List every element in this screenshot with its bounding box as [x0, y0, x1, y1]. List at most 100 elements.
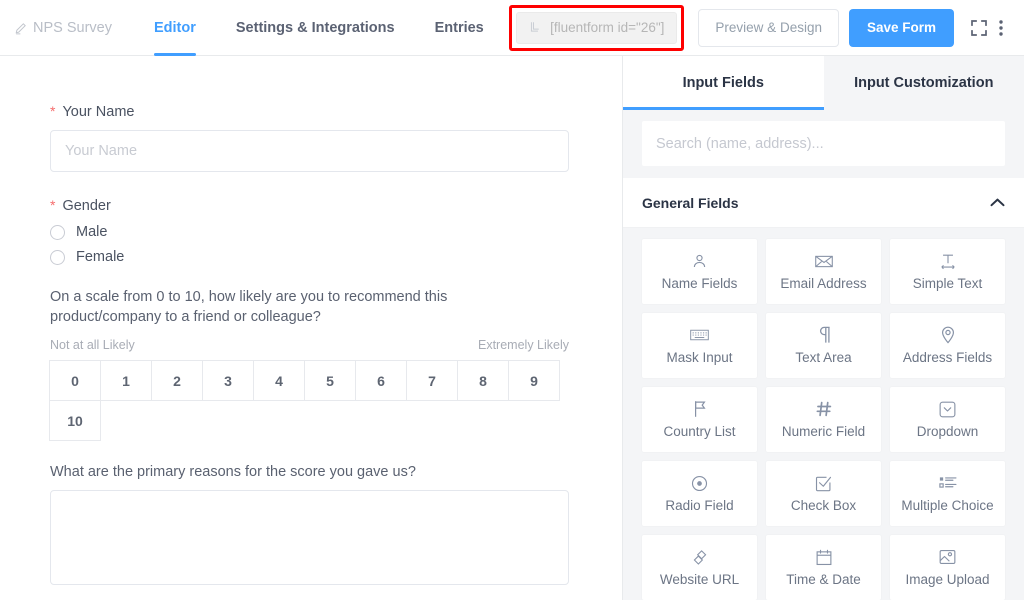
radio-option-female[interactable]: Female — [50, 249, 570, 265]
field-card-dropdown[interactable]: Dropdown — [890, 387, 1005, 452]
right-side-panel: Input Fields Input Customization General… — [622, 56, 1024, 600]
field-card-time-date[interactable]: Time & Date — [766, 535, 881, 600]
nps-option-7[interactable]: 7 — [406, 360, 458, 401]
nps-option-1[interactable]: 1 — [100, 360, 152, 401]
radio-option-male[interactable]: Male — [50, 224, 570, 240]
nps-option-5[interactable]: 5 — [304, 360, 356, 401]
image-icon — [939, 548, 956, 566]
text-width-icon — [939, 252, 957, 270]
save-form-label: Save Form — [867, 20, 936, 35]
calendar-icon — [816, 548, 832, 566]
field-card-image-upload[interactable]: Image Upload — [890, 535, 1005, 600]
field-gender: * Gender Male Female — [50, 198, 570, 265]
field-card-label: Radio Field — [665, 498, 733, 513]
field-card-label: Image Upload — [905, 572, 989, 587]
tab-input-fields[interactable]: Input Fields — [623, 56, 824, 110]
save-form-button[interactable]: Save Form — [849, 9, 954, 47]
field-card-email-address[interactable]: Email Address — [766, 239, 881, 304]
field-card-label: Numeric Field — [782, 424, 865, 439]
tab-settings-integrations[interactable]: Settings & Integrations — [216, 0, 415, 56]
field-reasons: What are the primary reasons for the sco… — [50, 464, 570, 590]
field-card-label: Simple Text — [913, 276, 983, 291]
map-pin-icon — [941, 326, 955, 344]
field-card-address-fields[interactable]: Address Fields — [890, 313, 1005, 378]
radio-circle-icon — [691, 474, 708, 492]
nps-scale-row: 0 1 2 3 4 5 6 7 8 9 10 — [49, 360, 573, 440]
field-card-country-list[interactable]: Country List — [642, 387, 757, 452]
paragraph-icon — [817, 326, 831, 344]
hash-icon — [816, 400, 832, 418]
field-card-radio-field[interactable]: Radio Field — [642, 461, 757, 526]
panel-search-wrap — [623, 110, 1024, 178]
keyboard-icon — [690, 326, 709, 344]
your-name-label-text: Your Name — [62, 104, 134, 120]
field-card-label: Website URL — [660, 572, 739, 587]
field-card-label: Name Fields — [662, 276, 738, 291]
field-card-multiple-choice[interactable]: Multiple Choice — [890, 461, 1005, 526]
nps-option-4[interactable]: 4 — [253, 360, 305, 401]
field-nps-scale: On a scale from 0 to 10, how likely are … — [50, 287, 570, 440]
preview-design-button[interactable]: Preview & Design — [698, 9, 839, 47]
group-general-fields-title: General Fields — [642, 195, 738, 211]
nps-option-8[interactable]: 8 — [457, 360, 509, 401]
field-card-simple-text[interactable]: Simple Text — [890, 239, 1005, 304]
field-cards-grid: Name Fields Email Address Simple Text — [623, 228, 1024, 600]
field-card-check-box[interactable]: Check Box — [766, 461, 881, 526]
shortcode-text: [fluentform id="26"] — [550, 20, 664, 35]
copy-icon — [529, 21, 542, 34]
field-card-numeric-field[interactable]: Numeric Field — [766, 387, 881, 452]
radio-male-label: Male — [76, 224, 107, 240]
panel-tabs: Input Fields Input Customization — [623, 56, 1024, 110]
field-card-mask-input[interactable]: Mask Input — [642, 313, 757, 378]
nps-option-0[interactable]: 0 — [49, 360, 101, 401]
nps-option-9[interactable]: 9 — [508, 360, 560, 401]
nps-option-6[interactable]: 6 — [355, 360, 407, 401]
field-card-website-url[interactable]: Website URL — [642, 535, 757, 600]
field-card-label: Multiple Choice — [901, 498, 993, 513]
your-name-input[interactable] — [50, 130, 569, 172]
fullscreen-icon[interactable] — [966, 15, 992, 41]
field-card-text-area[interactable]: Text Area — [766, 313, 881, 378]
more-options-icon[interactable] — [992, 15, 1010, 41]
required-marker: * — [50, 104, 55, 118]
shortcode-highlight-box: [fluentform id="26"] — [509, 5, 684, 51]
field-card-label: Dropdown — [917, 424, 979, 439]
form-title[interactable]: NPS Survey — [14, 20, 112, 36]
tab-entries[interactable]: Entries — [415, 0, 504, 56]
nps-high-label: Extremely Likely — [478, 338, 569, 352]
envelope-icon — [815, 252, 833, 270]
form-preview-canvas: * Your Name * Gender Male Female On a sc… — [0, 56, 622, 600]
tab-input-customization[interactable]: Input Customization — [824, 56, 1024, 110]
gender-label-text: Gender — [62, 198, 110, 214]
dropdown-caret-icon — [939, 400, 956, 418]
field-card-label: Country List — [663, 424, 735, 439]
nps-question-text: On a scale from 0 to 10, how likely are … — [50, 287, 480, 327]
form-name-label: NPS Survey — [33, 20, 112, 36]
tab-input-fields-label: Input Fields — [683, 75, 764, 91]
top-bar-actions: [fluentform id="26"] Preview & Design Sa… — [509, 5, 1024, 51]
gender-label: * Gender — [50, 198, 570, 214]
search-input[interactable] — [642, 121, 1005, 166]
checkbox-check-icon — [815, 474, 832, 492]
nps-option-2[interactable]: 2 — [151, 360, 203, 401]
reasons-label: What are the primary reasons for the sco… — [50, 464, 570, 480]
nps-endpoint-labels: Not at all Likely Extremely Likely — [50, 338, 569, 352]
tab-entries-label: Entries — [435, 20, 484, 36]
pencil-icon — [14, 22, 27, 35]
nps-low-label: Not at all Likely — [50, 338, 135, 352]
reasons-textarea[interactable] — [50, 490, 569, 585]
field-card-label: Mask Input — [666, 350, 732, 365]
field-card-label: Check Box — [791, 498, 856, 513]
field-card-label: Email Address — [780, 276, 866, 291]
required-marker: * — [50, 198, 55, 212]
nps-option-10[interactable]: 10 — [49, 400, 101, 441]
group-general-fields-header[interactable]: General Fields — [623, 178, 1024, 228]
field-card-name-fields[interactable]: Name Fields — [642, 239, 757, 304]
field-card-label: Text Area — [795, 350, 851, 365]
nps-option-3[interactable]: 3 — [202, 360, 254, 401]
chevron-up-icon[interactable] — [990, 198, 1005, 207]
tab-editor[interactable]: Editor — [134, 0, 216, 56]
field-your-name[interactable]: * Your Name — [50, 104, 570, 172]
radio-circle-icon — [50, 225, 65, 240]
shortcode-field[interactable]: [fluentform id="26"] — [516, 12, 677, 44]
